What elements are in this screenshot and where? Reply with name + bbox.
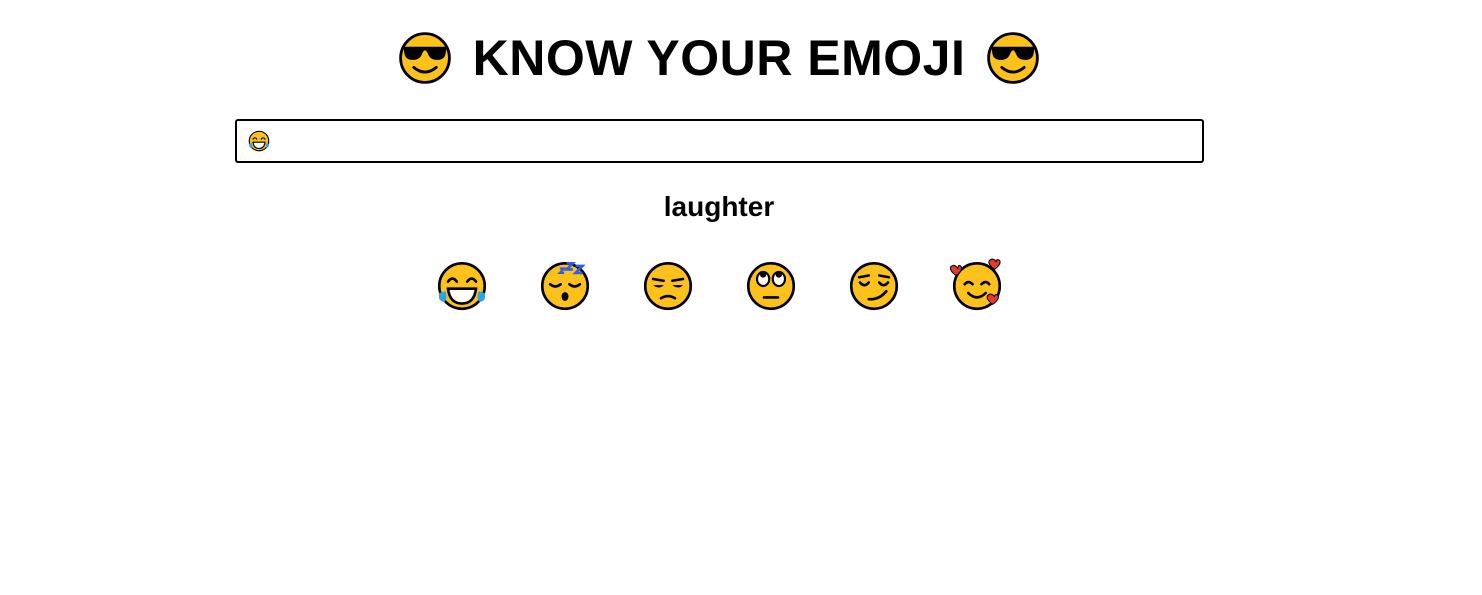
- smiling-face-with-hearts-icon[interactable]: [949, 258, 1005, 314]
- emoji-list: [0, 258, 1438, 316]
- smiling-face-with-sunglasses-icon: [983, 28, 1043, 88]
- app-title: KNOW YOUR EMOJI: [472, 30, 966, 86]
- unamused-face-icon[interactable]: [640, 258, 696, 314]
- sleeping-face-icon[interactable]: [537, 258, 593, 314]
- emoji-search-input[interactable]: [235, 119, 1204, 163]
- page-title: KNOW YOUR EMOJI: [0, 26, 1438, 90]
- smiling-face-with-sunglasses-icon: [395, 28, 455, 88]
- smirking-face-icon[interactable]: [846, 258, 902, 314]
- face-with-tears-of-joy-icon[interactable]: [434, 258, 490, 314]
- face-with-tears-of-joy-icon: [247, 129, 271, 153]
- emoji-meaning-text: laughter: [663, 191, 775, 222]
- face-with-rolling-eyes-icon[interactable]: [743, 258, 799, 314]
- search-text-field[interactable]: [271, 126, 1202, 156]
